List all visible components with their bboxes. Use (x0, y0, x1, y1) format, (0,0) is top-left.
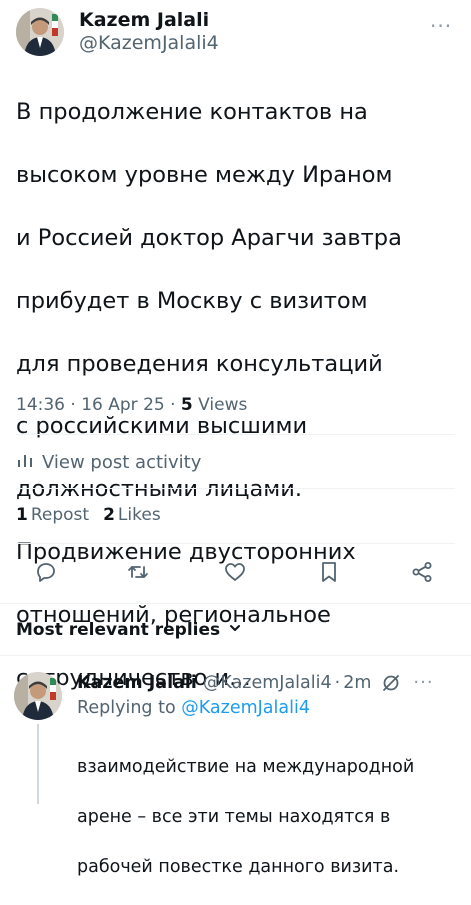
divider (16, 434, 455, 435)
reply-author-handle[interactable]: @KazemJalali4 (203, 673, 332, 693)
engagement-stats: 1 Repost 2 Likes (16, 505, 161, 525)
tweet-text-line: для проведения консультаций (16, 350, 383, 377)
reply-text-line: рабочей повестке данного визита. (77, 857, 400, 877)
views-count: 5 (180, 395, 193, 415)
view-post-activity-label: View post activity (42, 452, 202, 473)
divider (0, 655, 471, 656)
reply-button[interactable] (30, 558, 62, 590)
replying-to: Replying to @KazemJalali4 (77, 698, 310, 718)
reply-text-line: взаимодействие на международной (77, 757, 415, 777)
like-button[interactable] (219, 558, 251, 590)
view-post-activity-link[interactable]: View post activity (16, 451, 201, 474)
bookmark-icon (317, 560, 341, 588)
repost-icon (126, 560, 150, 588)
reply-header: Kazem Jalali @KazemJalali4 · 2m ··· (77, 672, 434, 693)
reply-text: взаимодействие на международной арене – … (77, 730, 457, 905)
tweet-text-line: высоком уровне между Ираном (16, 162, 393, 189)
divider (0, 603, 471, 604)
tweet-text-line: В продолжение контактов на (16, 99, 368, 126)
tweet-text-line: прибудет в Москву с визитом (16, 287, 368, 314)
tweet-text-line: и Россией доктор Арагчи завтра (16, 225, 402, 252)
bar-chart-icon (16, 451, 34, 474)
grok-icon[interactable] (381, 673, 401, 693)
replies-sort-dropdown[interactable]: Most relevant replies (16, 620, 242, 640)
reposts-count: 1 (16, 505, 28, 525)
repost-button[interactable] (122, 558, 154, 590)
meta-separator: · (70, 395, 76, 415)
likes-label: Likes (117, 505, 161, 525)
replying-to-prefix: Replying to (77, 698, 176, 718)
reposts-stat[interactable]: 1 Repost (16, 505, 89, 525)
share-icon (410, 560, 434, 588)
tweet-date[interactable]: 16 Apr 25 (81, 395, 164, 415)
meta-separator: · (170, 395, 176, 415)
reply-icon (34, 560, 58, 588)
bookmark-button[interactable] (313, 558, 345, 590)
reposts-label: Repost (30, 505, 90, 525)
author-handle[interactable]: @KazemJalali4 (79, 32, 219, 54)
tweet-text-line: должностными лицами. (16, 476, 303, 503)
divider (16, 543, 455, 544)
author-avatar[interactable] (16, 8, 64, 56)
thread-line (37, 724, 39, 804)
reply-time[interactable]: 2m (343, 673, 371, 693)
replying-to-mention[interactable]: @KazemJalali4 (181, 698, 310, 718)
tweet-time[interactable]: 14:36 (16, 395, 65, 415)
divider (16, 488, 455, 489)
reply-text-line: арене – все эти темы находятся в (77, 807, 391, 827)
tweet-meta: 14:36 · 16 Apr 25 · 5 Views (16, 395, 247, 415)
like-icon (223, 560, 247, 588)
replies-section-title: Most relevant replies (16, 620, 221, 640)
likes-count: 2 (103, 505, 115, 525)
reply-separator: · (334, 672, 341, 693)
views-label: Views (198, 395, 248, 415)
share-button[interactable] (406, 558, 438, 590)
author-name[interactable]: Kazem Jalali (79, 9, 209, 31)
chevron-down-icon (228, 620, 242, 640)
tweet-text-line: с российскими высшими (16, 413, 308, 440)
likes-stat[interactable]: 2 Likes (103, 505, 161, 525)
reply-author-name[interactable]: Kazem Jalali (77, 673, 197, 693)
reply-more-options-icon[interactable]: ··· (413, 672, 433, 693)
reply-author-avatar[interactable] (14, 672, 62, 720)
more-options-icon[interactable]: ··· (430, 14, 452, 38)
